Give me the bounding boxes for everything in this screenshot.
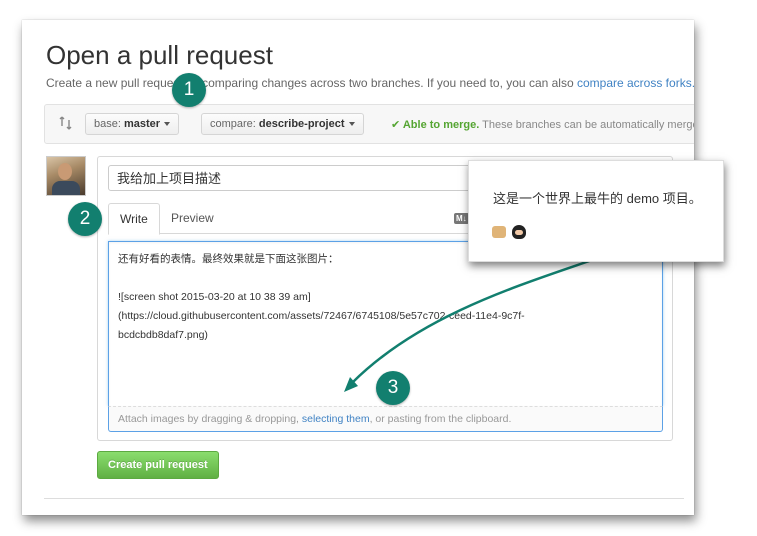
thumbs-up-icon: [492, 225, 506, 238]
preview-popup: 这是一个世界上最牛的 demo 项目。: [468, 160, 724, 262]
popup-text: 这是一个世界上最牛的 demo 项目。: [493, 191, 702, 206]
popup-emoji-row: [492, 223, 526, 239]
tab-write[interactable]: Write: [108, 203, 160, 235]
octocat-icon: [512, 224, 526, 239]
annotation-arrow: [344, 256, 599, 392]
